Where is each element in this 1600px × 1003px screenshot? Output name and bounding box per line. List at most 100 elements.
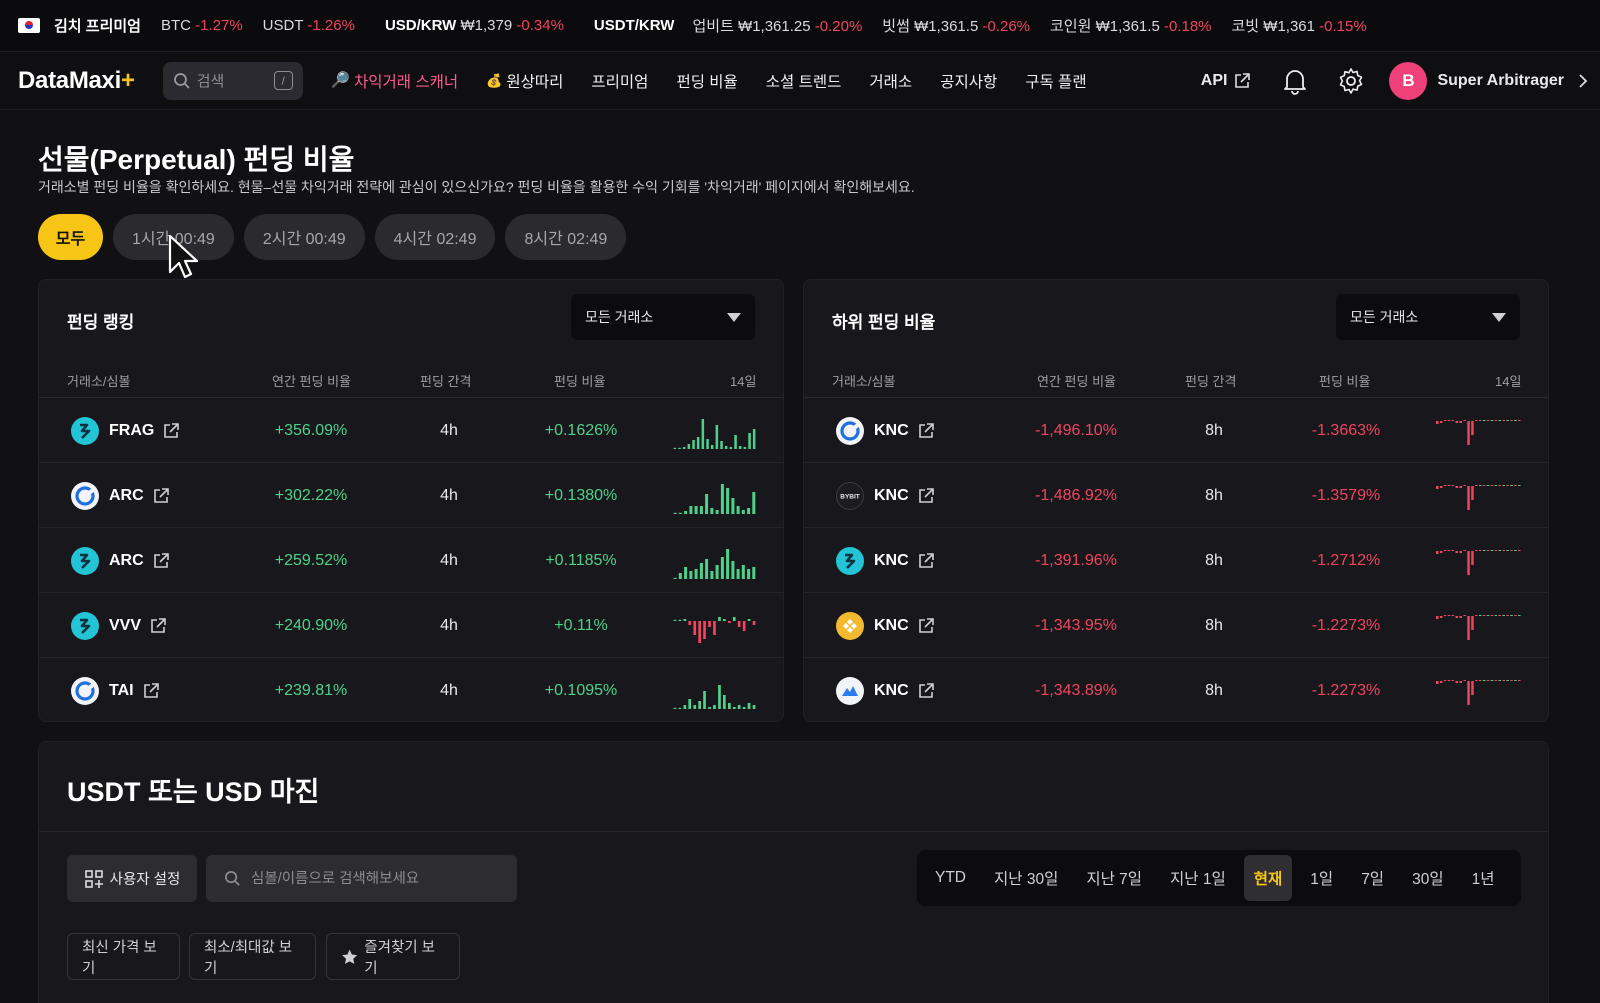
sparkline-bar bbox=[1459, 551, 1462, 553]
symbol-label[interactable]: KNC bbox=[874, 422, 909, 440]
moneybag-icon: 💰 bbox=[486, 72, 503, 88]
symbol-label[interactable]: ARC bbox=[109, 487, 144, 505]
external-link-icon[interactable] bbox=[152, 487, 170, 505]
range-1y[interactable]: 1년 bbox=[1462, 855, 1505, 901]
sparkline-bar bbox=[1443, 680, 1447, 681]
range-past-1d[interactable]: 지난 1일 bbox=[1160, 855, 1236, 901]
symbol-label[interactable]: KNC bbox=[874, 682, 909, 700]
range-ytd[interactable]: YTD bbox=[925, 855, 976, 901]
panel-title: 펀딩 랭킹 bbox=[67, 313, 135, 332]
table-row[interactable]: KNC -1,343.95% 8h -1.2273% bbox=[804, 593, 1548, 658]
logo[interactable]: DataMaxi+ bbox=[18, 67, 135, 95]
chevron-right-icon[interactable] bbox=[1578, 73, 1588, 89]
external-link-icon[interactable] bbox=[917, 552, 935, 570]
nav-arbitrage-scanner[interactable]: 🔎 차익거래 스캐너 bbox=[331, 70, 458, 92]
ticker-btc[interactable]: BTC -1.27% bbox=[161, 17, 243, 34]
funding-interval: 4h bbox=[440, 681, 458, 699]
table-row[interactable]: KNC -1,496.10% 8h -1.3663% bbox=[804, 398, 1548, 463]
range-30d[interactable]: 30일 bbox=[1402, 855, 1454, 901]
external-link-icon[interactable] bbox=[149, 617, 167, 635]
external-link-icon[interactable] bbox=[917, 682, 935, 700]
sparkline-bar bbox=[1482, 485, 1486, 486]
view-latest-price-button[interactable]: 최신 가격 보기 bbox=[67, 933, 180, 980]
range-past-30d[interactable]: 지난 30일 bbox=[984, 855, 1068, 901]
funding-interval: 4h bbox=[440, 421, 458, 439]
ticker-exchange[interactable]: 업비트 ₩1,361.25 -0.20% bbox=[692, 15, 862, 36]
sparkline-bar bbox=[720, 441, 723, 449]
filter-all[interactable]: 모두 bbox=[38, 214, 103, 260]
filter-8h[interactable]: 8시간 02:49 bbox=[505, 214, 627, 260]
symbol-label[interactable]: KNC bbox=[874, 487, 909, 505]
user-settings-button[interactable]: 사용자 설정 bbox=[67, 855, 197, 902]
nav-notices[interactable]: 공지사항 bbox=[940, 70, 997, 92]
sparkline-bar bbox=[1518, 680, 1521, 681]
filter-4h[interactable]: 4시간 02:49 bbox=[374, 214, 496, 260]
sparkline-bar bbox=[708, 621, 711, 627]
exchange-dropdown[interactable]: 모든 거래소 bbox=[571, 294, 755, 340]
sparkline-bar bbox=[703, 621, 706, 639]
table-row[interactable]: KNC -1,391.96% 8h -1.2712% bbox=[804, 528, 1548, 593]
external-link-icon[interactable] bbox=[152, 552, 170, 570]
symbol-label[interactable]: FRAG bbox=[109, 422, 154, 440]
table-row[interactable]: TAI +239.81% 4h +0.1095% bbox=[39, 658, 783, 723]
table-row[interactable]: VVV +240.90% 4h +0.11% bbox=[39, 593, 783, 658]
nav-premium[interactable]: 프리미엄 bbox=[591, 70, 648, 92]
symbol-label[interactable]: KNC bbox=[874, 552, 909, 570]
margin-section: USDT 또는 USD 마진 사용자 설정 YTD 지난 30일 지난 7일 지… bbox=[38, 741, 1549, 1003]
ticker-exchange[interactable]: 빗썸 ₩1,361.5 -0.26% bbox=[882, 15, 1030, 36]
symbol-cell: ARC bbox=[71, 528, 170, 593]
search-box[interactable]: 검색 / bbox=[162, 61, 303, 100]
external-link-icon[interactable] bbox=[917, 617, 935, 635]
filter-2h[interactable]: 2시간 00:49 bbox=[243, 214, 365, 260]
external-link-icon[interactable] bbox=[162, 422, 180, 440]
ticker-exchange[interactable]: 코빗 ₩1,361 -0.15% bbox=[1232, 15, 1367, 36]
avatar[interactable]: B bbox=[1389, 61, 1428, 100]
bitget-exchange-logo-icon bbox=[71, 546, 99, 575]
sparkline-bar bbox=[728, 703, 731, 709]
sparkline-bar bbox=[1451, 485, 1455, 486]
symbol-label[interactable]: VVV bbox=[109, 617, 141, 635]
sparkline-bar bbox=[705, 494, 709, 514]
ticker-exchange[interactable]: 코인원 ₩1,361.5 -0.18% bbox=[1050, 15, 1212, 36]
nav-funding-rate[interactable]: 펀딩 비율 bbox=[676, 70, 737, 92]
view-favorites-button[interactable]: 즐겨찾기 보기 bbox=[326, 933, 460, 980]
sparkline-bar bbox=[726, 488, 730, 514]
ticker-usdkrw[interactable]: USD/KRW ₩1,379 -0.34% bbox=[385, 17, 564, 34]
funding-interval: 8h bbox=[1205, 551, 1223, 569]
table-row[interactable]: ARC +259.52% 4h +0.1185% bbox=[39, 528, 783, 593]
table-row[interactable]: ARC +302.22% 4h +0.1380% bbox=[39, 463, 783, 528]
gear-icon[interactable] bbox=[1333, 63, 1369, 99]
external-link-icon[interactable] bbox=[142, 682, 160, 700]
range-past-7d[interactable]: 지난 7일 bbox=[1076, 855, 1152, 901]
sparkline-bar bbox=[1490, 615, 1494, 616]
view-min-max-button[interactable]: 최소/최대값 보기 bbox=[189, 933, 316, 980]
kimchi-premium-label[interactable]: 김치 프리미엄 bbox=[54, 15, 141, 36]
sparkline-bar bbox=[694, 569, 698, 579]
range-1d[interactable]: 1일 bbox=[1300, 855, 1343, 901]
bell-icon[interactable] bbox=[1277, 63, 1313, 99]
username[interactable]: Super Arbitrager bbox=[1437, 72, 1564, 90]
table-row[interactable]: FRAG +356.09% 4h +0.1626% bbox=[39, 398, 783, 463]
external-link-icon[interactable] bbox=[917, 422, 935, 440]
symbol-label[interactable]: KNC bbox=[874, 617, 909, 635]
external-link-icon[interactable] bbox=[917, 487, 935, 505]
table-row[interactable]: BYBIT KNC -1,486.92% 8h -1.3579% bbox=[804, 463, 1548, 528]
nav-social-trend[interactable]: 소셜 트렌드 bbox=[766, 70, 842, 92]
sparkline-bar bbox=[715, 565, 719, 579]
ticker-usdt[interactable]: USDT -1.26% bbox=[263, 17, 355, 34]
nav-subscription[interactable]: 구독 플랜 bbox=[1025, 70, 1086, 92]
symbol-cell: KNC bbox=[836, 398, 935, 463]
api-link[interactable]: API bbox=[1201, 72, 1252, 90]
range-7d[interactable]: 7일 bbox=[1351, 855, 1394, 901]
symbol-label[interactable]: ARC bbox=[109, 552, 144, 570]
table-row[interactable]: KNC -1,343.89% 8h -1.2273% bbox=[804, 658, 1548, 723]
symbol-search-box[interactable] bbox=[206, 855, 517, 902]
nav-kimchi-arbitrage[interactable]: 💰 원상따리 bbox=[486, 70, 563, 92]
range-now[interactable]: 현재 bbox=[1243, 855, 1293, 901]
symbol-label[interactable]: TAI bbox=[109, 682, 134, 700]
nav-exchanges[interactable]: 거래소 bbox=[869, 70, 912, 92]
symbol-search-input[interactable] bbox=[251, 870, 501, 887]
exchange-dropdown[interactable]: 모든 거래소 bbox=[1336, 294, 1520, 340]
sparkline-bar bbox=[1490, 680, 1494, 681]
sparkline-bar bbox=[687, 444, 691, 449]
